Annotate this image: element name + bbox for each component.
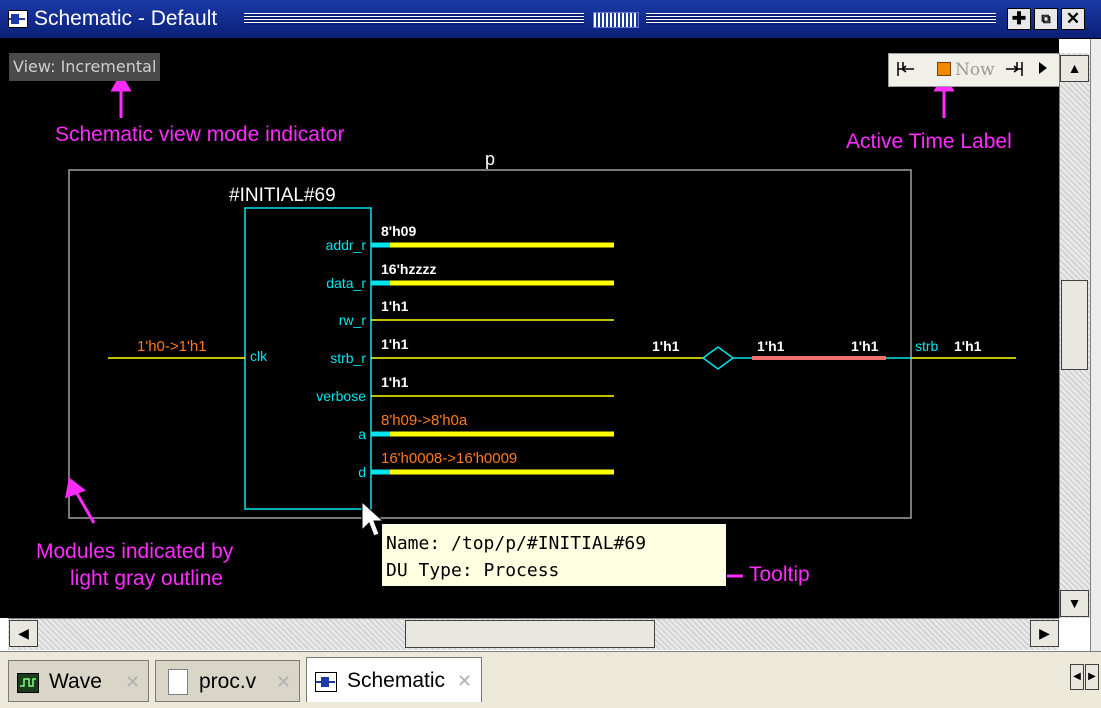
port-value-label: 8'h09->8'h0a [381,412,468,429]
port-label: data_r [326,275,366,291]
go-to-previous-time-icon[interactable] [893,58,919,82]
play-arrow-icon[interactable] [1033,58,1053,82]
view-mode-callout: Schematic view mode indicator [55,123,345,146]
scroll-up-button[interactable]: ▲ [1060,55,1089,82]
close-window-button[interactable]: ✕ [1061,8,1085,30]
active-time-marker-icon [937,62,951,76]
modules-arrow-head [65,477,87,499]
tab-label: Schematic [347,669,446,692]
strb-chain-value: 1'h1 [652,338,680,354]
close-tab-icon[interactable]: ✕ [125,670,140,694]
port-value-label: 16'h0008->16'h0009 [381,450,517,467]
tab-proc-v[interactable]: proc.v ✕ [155,660,300,702]
tab-scroll-right-button[interactable]: ▶ [1085,664,1099,690]
port-value-label: 1'h1 [381,298,409,314]
vertical-scroll-thumb[interactable] [1061,280,1088,370]
modules-callout-line2: light gray outline [70,567,223,590]
active-time-label[interactable]: Now [955,58,995,82]
strb-chain-value: 1'h1 [757,338,785,354]
close-tab-icon[interactable]: ✕ [276,670,291,694]
port-value-label: 1'h1 [381,374,409,390]
clk-port-label: clk [250,348,268,364]
clk-value-label: 1'h0->1'h1 [137,338,207,355]
tooltip: Name: /top/p/#INITIAL#69 DU Type: Proces… [381,523,727,587]
port-label: rw_r [339,312,367,328]
tab-label: Wave [49,670,102,693]
scroll-right-button[interactable]: ▶ [1030,620,1059,647]
strb-output-port-label: strb [915,338,939,354]
strb-chain-value: 1'h1 [851,338,879,354]
port-label: a [358,426,366,442]
tab-schematic[interactable]: Schematic ✕ [306,657,482,702]
process-label: #INITIAL#69 [229,185,336,206]
strb-output-value: 1'h1 [954,338,982,354]
port-label: verbose [316,388,366,404]
tooltip-type-line: DU Type: Process [386,560,560,581]
port-label: addr_r [326,237,367,253]
tooltip-callout: Tooltip [749,563,810,586]
port-label: d [358,464,366,480]
modules-callout-line1: Modules indicated by [36,540,234,563]
wave-icon [17,673,39,693]
mouse-cursor-icon [361,500,385,537]
window-right-border [1090,39,1101,651]
tab-scroll-left-button[interactable]: ◀ [1070,664,1084,690]
view-mode-indicator: View: Incremental [9,53,161,81]
tab-wave[interactable]: Wave ✕ [8,660,149,702]
port-value-label: 8'h09 [381,223,416,239]
tooltip-name-line: Name: /top/p/#INITIAL#69 [386,533,647,554]
scroll-down-button[interactable]: ▼ [1060,590,1089,617]
port-value-label: 16'hzzzz [381,261,436,277]
tab-label: proc.v [199,670,257,693]
scroll-left-button[interactable]: ◀ [9,620,38,647]
strb-buffer-cell[interactable] [701,346,735,370]
port-value-label: 1'h1 [381,336,409,352]
schematic-icon [315,672,337,692]
active-time-callout: Active Time Label [846,130,1012,153]
go-to-next-time-icon[interactable] [1001,58,1027,82]
file-icon [168,669,188,695]
active-time-toolbar: Now [888,53,1060,87]
port-label: strb_r [330,350,366,366]
close-tab-icon[interactable]: ✕ [457,669,472,693]
horizontal-scroll-thumb[interactable] [405,620,655,648]
module-label: p [485,149,495,169]
